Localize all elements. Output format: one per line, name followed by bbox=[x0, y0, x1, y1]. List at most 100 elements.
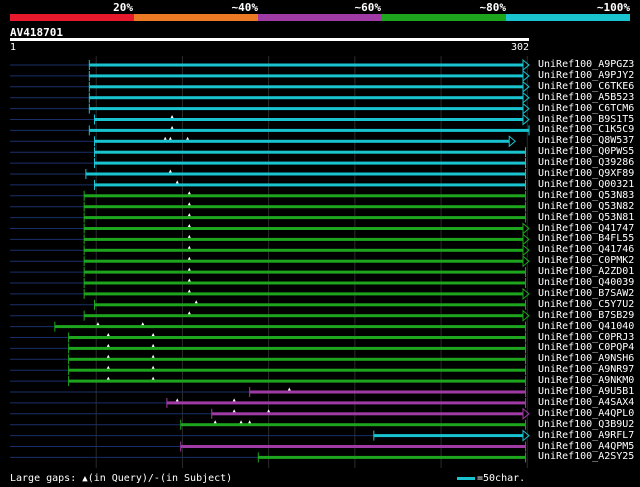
hit-label[interactable]: UniRef100_Q41747 bbox=[538, 223, 634, 234]
gap-marker bbox=[187, 245, 191, 249]
hit-label[interactable]: UniRef100_A4QPL0 bbox=[538, 408, 634, 419]
hit-label[interactable]: UniRef100_Q41040 bbox=[538, 321, 634, 332]
hit-alignment-bar bbox=[249, 390, 526, 394]
hit-label[interactable]: UniRef100_Q9XF89 bbox=[538, 169, 634, 179]
gap-marker bbox=[187, 191, 191, 195]
hit-label[interactable]: UniRef100_A9PGZ3 bbox=[538, 60, 634, 70]
gap-marker bbox=[213, 420, 217, 424]
legend-color-bar bbox=[382, 14, 506, 21]
hit-label[interactable]: UniRef100_Q53N82 bbox=[538, 201, 634, 212]
hit-label[interactable]: UniRef100_A9NR97 bbox=[538, 365, 634, 375]
hit-label[interactable]: UniRef100_B4FL55 bbox=[538, 234, 634, 244]
hit-alignment-bar bbox=[84, 314, 524, 318]
hit-label[interactable]: UniRef100_A4QPM5 bbox=[538, 441, 634, 452]
hit-label[interactable]: UniRef100_A9NSH6 bbox=[538, 354, 634, 364]
gap-marker bbox=[287, 387, 291, 391]
hit-alignment-bar bbox=[68, 336, 526, 339]
gap-marker bbox=[151, 365, 155, 369]
hit-end-arrow bbox=[522, 58, 530, 72]
hit-label[interactable]: UniRef100_A2SY25 bbox=[538, 452, 634, 462]
hit-label[interactable]: UniRef100_C0PQP4 bbox=[538, 343, 634, 353]
hit-alignment-bar bbox=[84, 227, 524, 230]
query-scale-bar bbox=[10, 38, 529, 41]
hit-label[interactable]: UniRef100_Q53N83 bbox=[538, 190, 634, 201]
hit-label[interactable]: UniRef100_C5Y7U2 bbox=[538, 299, 634, 310]
gap-marker bbox=[187, 289, 191, 293]
hit-alignment-bar bbox=[84, 216, 526, 220]
hit-alignment-bar bbox=[89, 128, 529, 132]
hit-end-arrow bbox=[522, 91, 530, 104]
gap-marker bbox=[151, 343, 155, 347]
hit-label[interactable]: UniRef100_Q00321 bbox=[538, 179, 634, 190]
gap-marker bbox=[248, 420, 252, 424]
hit-alignment-bar bbox=[84, 292, 524, 296]
hit-label[interactable]: UniRef100_C0PMK2 bbox=[538, 256, 634, 266]
hit-label[interactable]: UniRef100_C6TCM6 bbox=[538, 103, 634, 114]
hit-label[interactable]: UniRef100_C0PRJ3 bbox=[538, 332, 634, 343]
hit-end-arrow bbox=[522, 222, 530, 235]
gap-marker bbox=[141, 322, 145, 326]
hit-label[interactable]: UniRef100_Q3B9U2 bbox=[538, 419, 634, 430]
gap-marker bbox=[186, 136, 190, 140]
hit-end-arrow bbox=[508, 135, 516, 148]
gap-marker bbox=[163, 136, 167, 140]
hit-label[interactable]: UniRef100_C1K5C9 bbox=[538, 125, 634, 135]
hit-alignment-bar bbox=[94, 150, 526, 154]
gap-marker bbox=[151, 333, 155, 336]
hit-label[interactable]: UniRef100_A4SAX4 bbox=[538, 397, 634, 408]
query-scale: 1 302 bbox=[10, 38, 529, 54]
gap-marker bbox=[106, 365, 110, 369]
hit-alignment-bar bbox=[94, 118, 523, 121]
hit-end-arrow bbox=[522, 244, 530, 257]
hit-label[interactable]: UniRef100_C6TKE6 bbox=[538, 81, 634, 92]
gap-marker bbox=[175, 398, 179, 402]
hit-alignment-bar bbox=[68, 346, 526, 350]
hit-label[interactable]: UniRef100_B7SB29 bbox=[538, 310, 634, 321]
hit-label[interactable]: UniRef100_B9S1T5 bbox=[538, 114, 634, 125]
hit-alignment-bar bbox=[89, 85, 523, 89]
hit-label[interactable]: UniRef100_A9RFL7 bbox=[538, 430, 634, 441]
gap-marker bbox=[151, 376, 155, 380]
hit-alignment-bar bbox=[84, 205, 526, 209]
hit-label[interactable]: UniRef100_A5B523 bbox=[538, 92, 634, 103]
hit-label[interactable]: UniRef100_A9PJY2 bbox=[538, 70, 634, 81]
hit-end-arrow bbox=[522, 233, 530, 246]
hit-label[interactable]: UniRef100_A9U5B1 bbox=[538, 387, 634, 397]
gap-marker bbox=[106, 333, 110, 336]
hit-label[interactable]: UniRef100_A9NKM0 bbox=[538, 376, 634, 386]
hit-alignment-bar bbox=[54, 325, 526, 329]
hit-label[interactable]: UniRef100_Q41746 bbox=[538, 245, 634, 255]
legend-color-bar bbox=[258, 14, 382, 21]
query-scale-end: 302 bbox=[510, 42, 529, 53]
hit-alignment-bar bbox=[258, 455, 526, 459]
hit-alignment-bar bbox=[84, 194, 526, 198]
hit-label[interactable]: UniRef100_Q39286 bbox=[538, 158, 634, 168]
hit-alignment-bar bbox=[84, 248, 524, 252]
hit-alignment-bar bbox=[89, 96, 523, 100]
hit-label[interactable]: UniRef100_Q8W537 bbox=[538, 136, 634, 146]
identity-color-legend: 20% ~40% ~60% ~80% ~100% bbox=[0, 0, 640, 24]
gap-marker bbox=[187, 202, 191, 206]
hit-alignment-bar bbox=[94, 303, 526, 307]
hit-label[interactable]: UniRef100_Q0PWS5 bbox=[538, 147, 634, 157]
hit-end-arrow bbox=[522, 102, 530, 115]
gap-marker bbox=[168, 136, 172, 140]
legend-percent-label: ~80% bbox=[479, 1, 507, 14]
hit-label[interactable]: UniRef100_Q53N81 bbox=[538, 212, 634, 223]
gap-marker bbox=[170, 115, 174, 118]
hit-label[interactable]: UniRef100_B7SAW2 bbox=[538, 288, 634, 299]
hit-alignment-bar bbox=[211, 412, 523, 416]
gap-marker bbox=[239, 420, 243, 424]
gap-marker bbox=[187, 311, 191, 315]
gap-marker bbox=[187, 224, 191, 227]
char-scale-legend: =50char. bbox=[457, 473, 525, 484]
hit-end-arrow bbox=[522, 80, 530, 93]
hit-label[interactable]: UniRef100_A2ZD01 bbox=[538, 267, 634, 277]
char-scale-label: =50char. bbox=[477, 473, 526, 484]
hit-label[interactable]: UniRef100_Q40039 bbox=[538, 278, 634, 288]
legend-color-bar bbox=[134, 14, 258, 21]
char-scale-swatch bbox=[457, 476, 475, 480]
gap-legend: Large gaps: ▲(in Query)/-(in Subject) bbox=[10, 473, 232, 484]
hit-alignment-bar bbox=[94, 183, 526, 187]
gap-marker bbox=[170, 125, 174, 129]
